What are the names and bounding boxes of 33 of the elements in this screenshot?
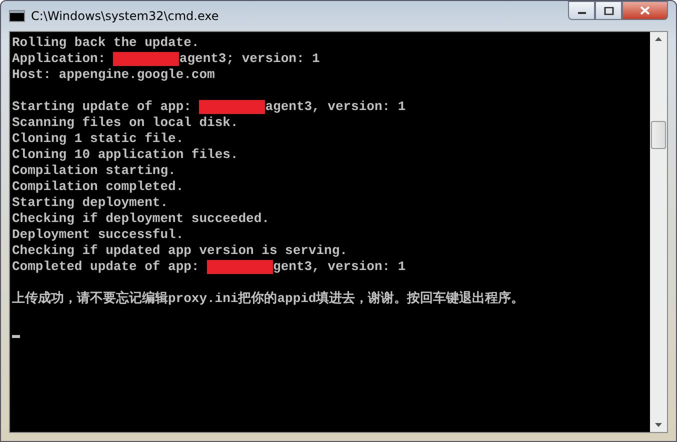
console-text: Rolling back the update.: [12, 35, 200, 51]
text-cursor: [12, 334, 20, 338]
console-text: Deployment successful.: [12, 227, 184, 243]
console-text: Checking if deployment succeeded.: [12, 211, 270, 227]
console-icon: [9, 10, 25, 22]
console-text: Completed update of app:: [12, 259, 200, 275]
console-text: gent3, version: 1: [273, 259, 406, 275]
console-text: 上传成功，请不要忘记编辑proxy.ini把你的appid填进去，谢谢。按回车键退出程序。: [12, 291, 524, 307]
console-text: Starting deployment.: [12, 195, 168, 211]
maximize-button[interactable]: [595, 1, 622, 20]
scroll-up-icon[interactable]: [655, 37, 662, 41]
console-text: Cloning 1 static file.: [12, 131, 184, 147]
console-text: agent3; version: 1: [179, 51, 320, 67]
scrollbar[interactable]: [650, 32, 667, 432]
redaction-block: [199, 100, 266, 114]
console-text: Scanning files on local disk.: [12, 115, 238, 131]
console-text: Checking if updated app version is serving.: [12, 243, 348, 259]
console-text: Cloning 10 application files.: [12, 147, 238, 163]
console-text: Application:: [12, 51, 107, 67]
console-text: Compilation completed.: [12, 179, 184, 195]
scroll-down-icon[interactable]: [655, 423, 662, 427]
redaction-block: [207, 260, 274, 274]
maximize-icon: [604, 6, 614, 14]
console-text: Compilation starting.: [12, 163, 176, 179]
window-title: C:\Windows\system32\cmd.exe: [31, 9, 219, 23]
close-icon: [640, 6, 650, 15]
close-button[interactable]: [622, 1, 668, 20]
scroll-thumb[interactable]: [651, 121, 666, 149]
minimize-button[interactable]: [568, 1, 595, 20]
console-text: Host: appengine.google.com: [12, 67, 215, 83]
console-text: Starting update of app:: [12, 99, 192, 115]
console-text: agent3, version: 1: [265, 99, 406, 115]
redaction-block: [113, 52, 180, 66]
